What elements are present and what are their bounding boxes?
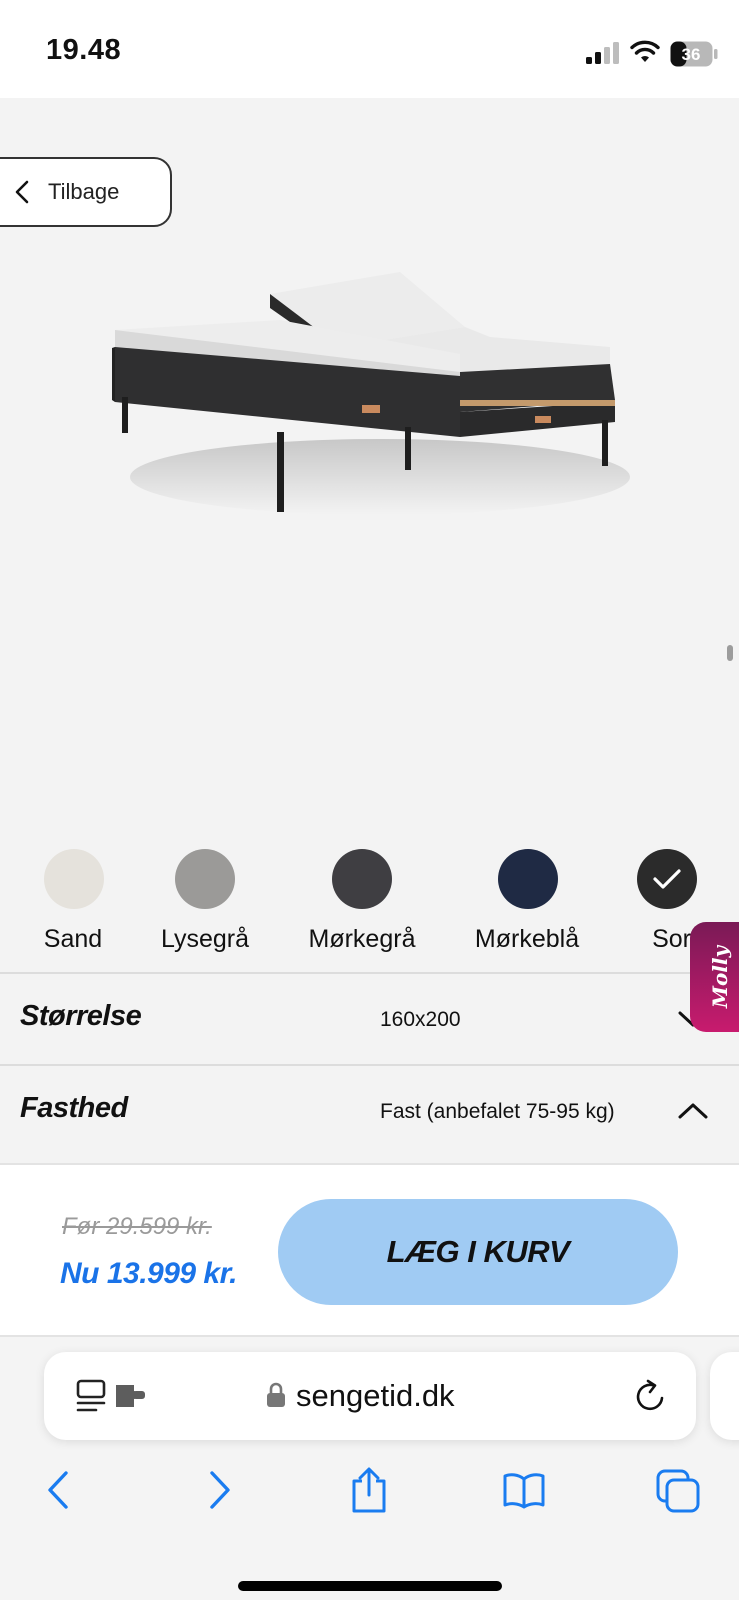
bookmarks-icon[interactable] [502,1467,546,1513]
address-bar[interactable]: sengetid.dk [44,1352,696,1440]
size-value: 160x200 [380,1008,461,1031]
firmness-title: Fasthed [20,1092,128,1124]
wifi-icon [630,40,660,62]
color-swatch-sand[interactable] [44,849,104,909]
url-text: sengetid.dk [296,1378,455,1413]
size-option-row[interactable]: Størrelse 160x200 [0,972,739,1064]
product-image-bed [112,272,630,515]
color-label-sand: Sand [43,925,103,953]
status-time: 19.48 [46,34,122,66]
color-swatch-lysegraa[interactable] [175,849,235,909]
back-button[interactable]: Tilbage [0,157,172,227]
add-to-cart-button[interactable]: LÆG I KURV [278,1199,678,1305]
status-bar: 19.48 36 [0,0,739,98]
reload-icon[interactable] [634,1378,668,1414]
share-icon[interactable] [347,1467,391,1513]
color-label-morkegraa: Mørkegrå [308,925,416,953]
product-page: 19.48 36 Tilbage Sand Lysegrå Mørkegrå M… [0,0,739,1600]
color-swatch-morkeblaa[interactable] [498,849,558,909]
forward-icon[interactable] [196,1467,240,1513]
back-icon[interactable] [38,1467,82,1513]
next-tab-address-bar[interactable] [710,1352,739,1440]
checkmark-icon [653,869,681,889]
back-label: Tilbage [48,179,120,204]
lock-icon [267,1382,285,1407]
price-bar: Før 29.599 kr. Nu 13.999 kr. LÆG I KURV [0,1163,739,1337]
battery-level: 36 [682,45,701,64]
page-menu-icon [76,1379,145,1412]
firmness-value: Fast (anbefalet 75-95 kg) [380,1100,615,1123]
chat-widget-label: Molly [708,945,733,1009]
browser-toolbar: sengetid.dk [0,1337,739,1600]
chevron-up-icon [678,1103,708,1119]
cellular-signal-icon [586,42,619,64]
chat-widget-button[interactable]: Molly [690,922,739,1032]
firmness-option-row[interactable]: Fasthed Fast (anbefalet 75-95 kg) [0,1064,739,1156]
color-swatch-sort[interactable] [637,849,697,909]
tabs-icon[interactable] [656,1467,700,1513]
color-swatch-morkegraa[interactable] [332,849,392,909]
size-title: Størrelse [20,1000,142,1032]
home-indicator [238,1581,502,1591]
color-label-morkeblaa: Mørkeblå [474,925,580,953]
current-price: Nu 13.999 kr. [60,1257,237,1290]
color-label-lysegraa: Lysegrå [160,925,250,953]
battery-icon: 36 [670,41,718,67]
color-selector: Sand Lysegrå Mørkegrå Mørkeblå Sort [0,845,739,973]
add-to-cart-label: LÆG I KURV [386,1234,570,1269]
old-price: Før 29.599 kr. [62,1213,212,1240]
scroll-indicator [727,645,733,661]
chevron-left-icon [15,180,29,204]
